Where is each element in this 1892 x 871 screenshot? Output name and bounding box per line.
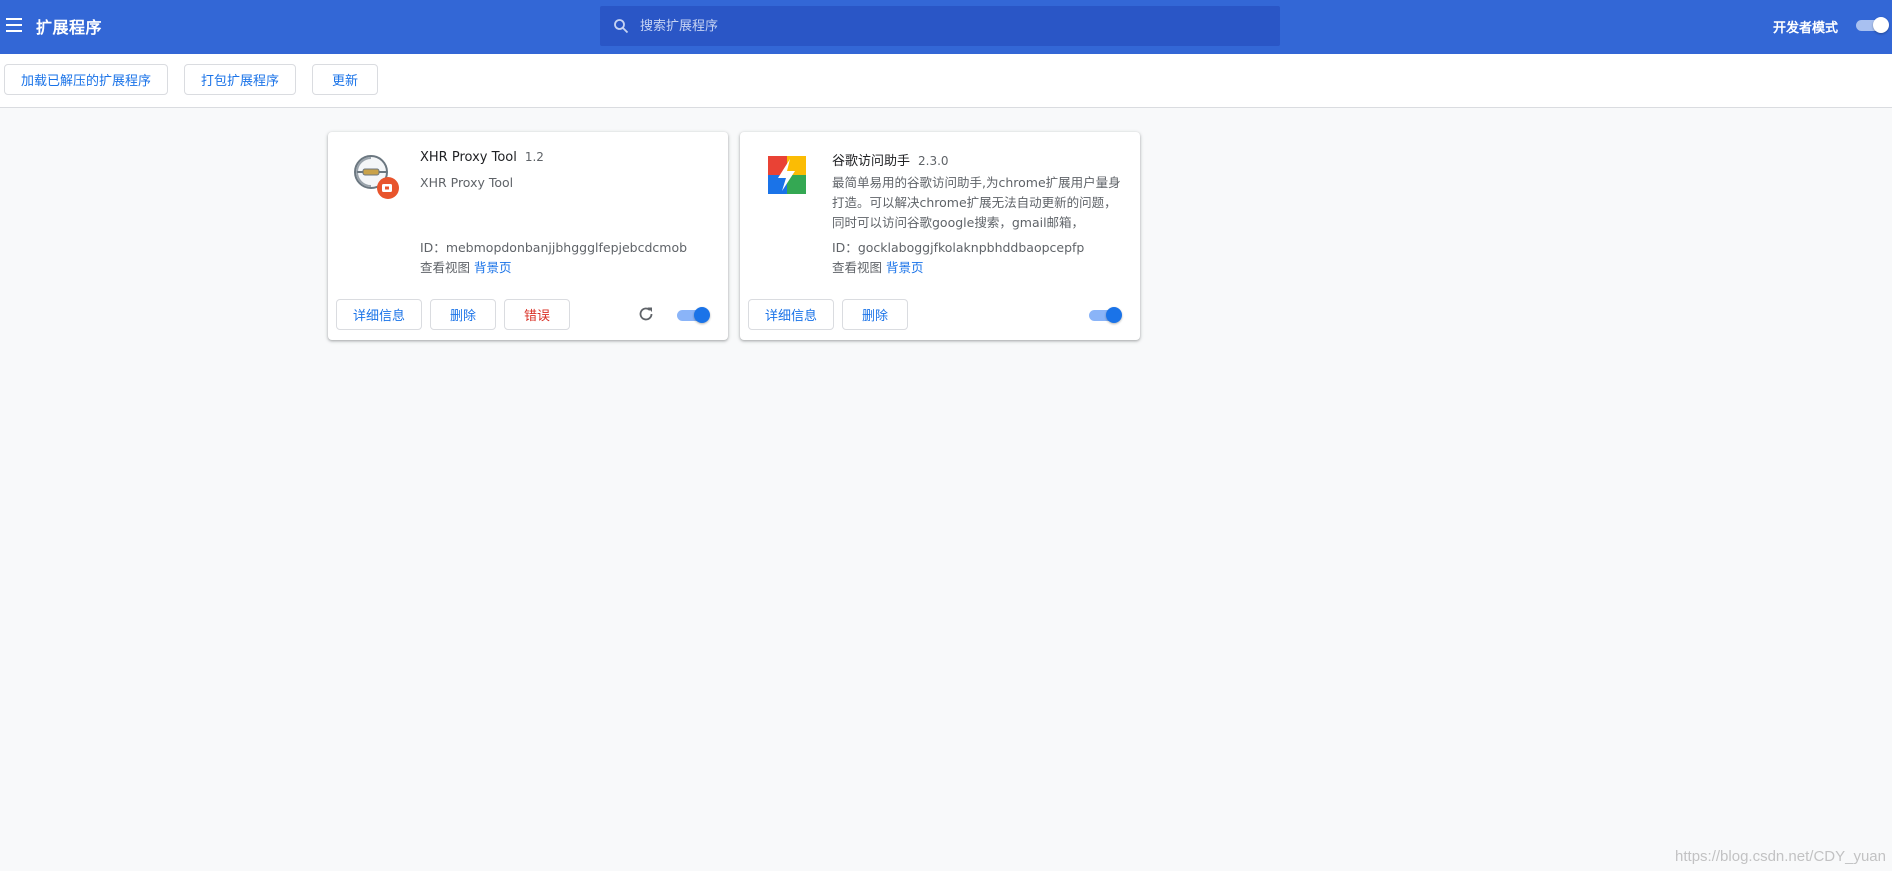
extension-title: 谷歌访问助手	[832, 154, 911, 169]
search-box[interactable]	[600, 6, 1280, 46]
extension-card: XHR Proxy Tool 1.2 XHR Proxy Tool ID：mebm…	[328, 132, 728, 340]
top-bar: 扩展程序 开发者模式	[0, 0, 1892, 54]
extension-id: ID：gocklaboggjfkolaknpbhddbaopcepfp	[832, 237, 1084, 256]
extension-version: 1.2	[524, 150, 544, 164]
inspect-views: 查看视图 背景页	[420, 257, 512, 276]
extension-name: 谷歌访问助手 2.3.0	[832, 150, 949, 169]
extension-id-label: ID：	[832, 240, 858, 255]
extension-enable-toggle[interactable]	[675, 307, 710, 323]
page-title: 扩展程序	[36, 18, 103, 37]
details-button[interactable]: 详细信息	[336, 299, 422, 330]
inspect-views-label: 查看视图	[832, 260, 883, 275]
extension-id-value: gocklaboggjfkolaknpbhddbaopcepfp	[857, 240, 1085, 255]
extension-enable-toggle[interactable]	[1087, 307, 1122, 323]
hamburger-menu-icon[interactable]	[6, 18, 22, 32]
update-button[interactable]: 更新	[312, 64, 378, 95]
background-page-link[interactable]: 背景页	[474, 260, 512, 275]
extension-title: XHR Proxy Tool	[420, 150, 517, 165]
extension-id-value: mebmopdonbanjjbhggglfepjebcdcmob	[445, 240, 688, 255]
load-unpacked-button[interactable]: 加载已解压的扩展程序	[4, 64, 168, 95]
reload-icon[interactable]	[637, 305, 655, 323]
inspect-views: 查看视图 背景页	[832, 257, 924, 276]
remove-button[interactable]: 删除	[430, 299, 496, 330]
xhr-proxy-icon	[354, 155, 399, 199]
inspect-views-label: 查看视图	[420, 260, 471, 275]
details-button[interactable]: 详细信息	[748, 299, 834, 330]
pack-extension-button[interactable]: 打包扩展程序	[184, 64, 296, 95]
remove-button[interactable]: 删除	[842, 299, 908, 330]
extension-id-label: ID：	[420, 240, 446, 255]
developer-toolbar: 加载已解压的扩展程序 打包扩展程序 更新	[0, 54, 1892, 108]
extension-name: XHR Proxy Tool 1.2	[420, 150, 544, 165]
extension-description: 最简单易用的谷歌访问助手,为chrome扩展用户量身打造。可以解决chrome扩…	[832, 175, 1121, 230]
extension-version: 2.3.0	[918, 154, 949, 168]
watermark: https://blog.csdn.net/CDY_yuan	[1675, 848, 1886, 865]
search-icon	[614, 19, 629, 34]
search-input[interactable]	[640, 6, 1260, 46]
background-page-link[interactable]: 背景页	[886, 260, 924, 275]
developer-mode-toggle[interactable]	[1854, 17, 1889, 33]
extension-description: XHR Proxy Tool	[420, 175, 514, 190]
developer-mode-label: 开发者模式	[1773, 21, 1839, 36]
errors-button[interactable]: 错误	[504, 299, 570, 330]
extension-card: 谷歌访问助手 2.3.0 最简单易用的谷歌访问助手,为chrome扩展用户量身打造…	[740, 132, 1140, 340]
google-access-helper-icon	[768, 156, 806, 194]
extension-id: ID：mebmopdonbanjjbhggglfepjebcdcmob	[420, 237, 687, 256]
